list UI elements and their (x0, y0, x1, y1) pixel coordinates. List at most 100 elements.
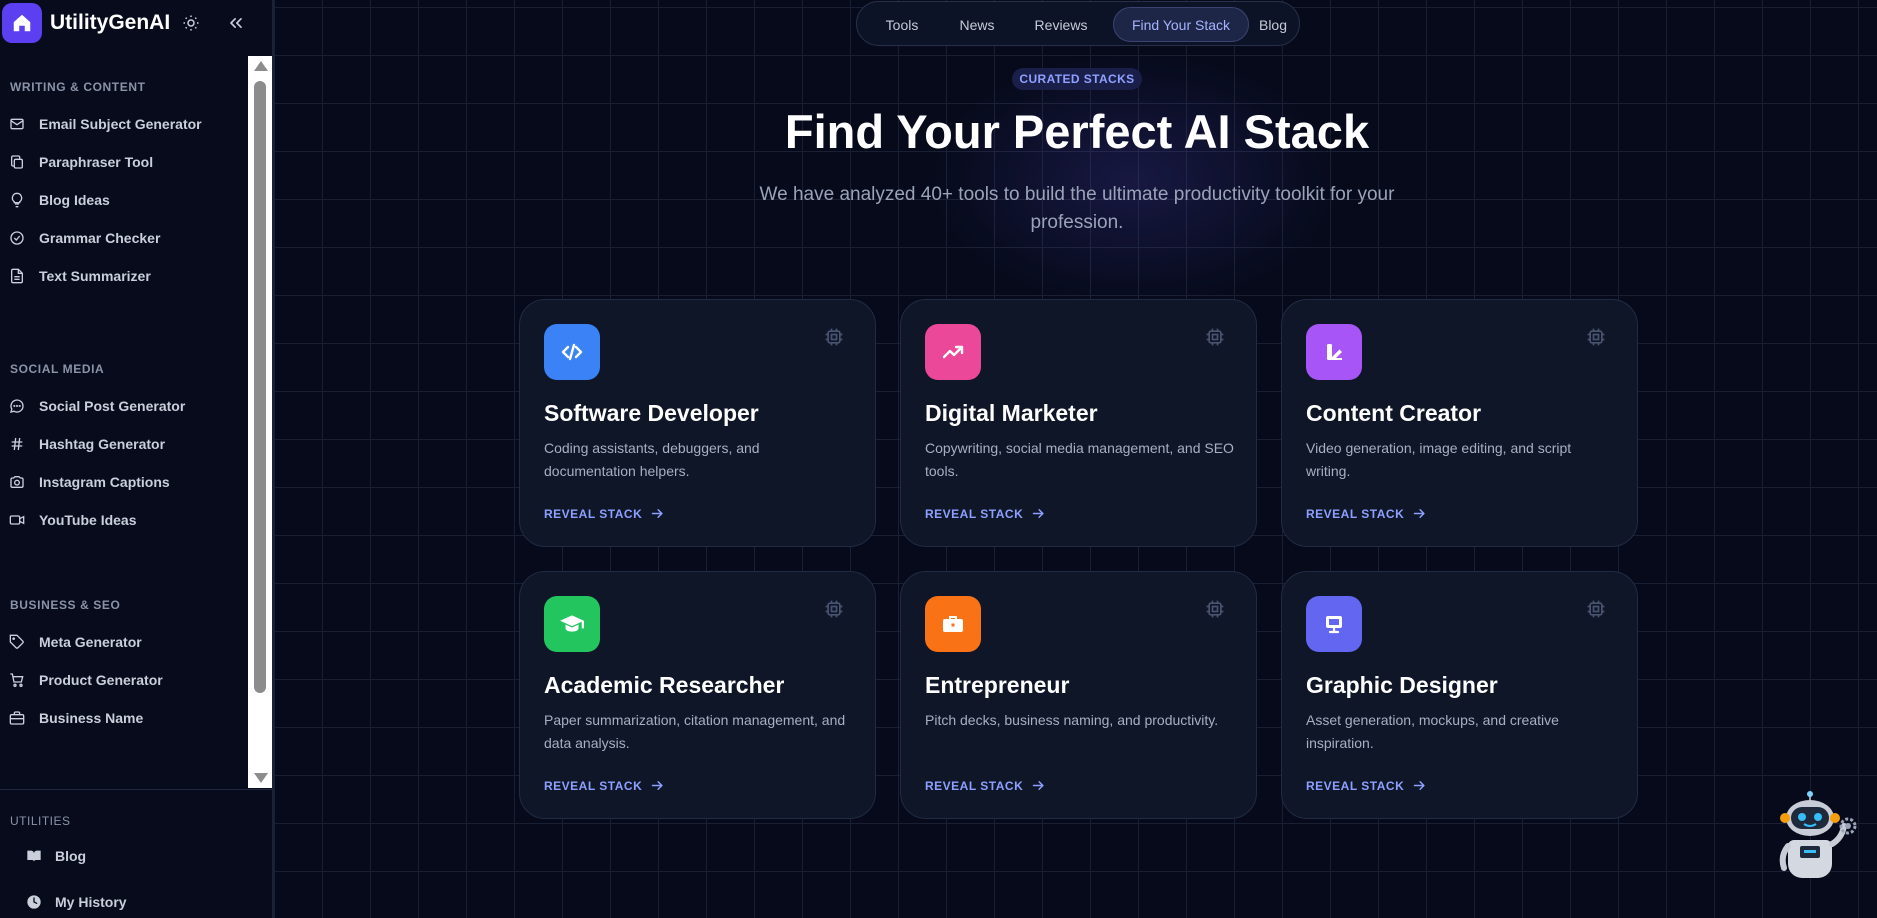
section-title-business: BUSINESS & SEO (10, 598, 121, 612)
reveal-stack-link[interactable]: REVEAL STACK (544, 506, 665, 521)
home-icon[interactable] (2, 3, 42, 43)
sidebar-item-grammar-checker[interactable]: Grammar Checker (0, 218, 244, 258)
arrow-right-icon (1032, 781, 1044, 790)
sidebar-item-label: Instagram Captions (39, 474, 170, 490)
briefcase-icon (925, 596, 981, 652)
sidebar-nav: WRITING & CONTENT Email Subject Generato… (0, 56, 248, 788)
arrow-right-icon (1413, 509, 1425, 518)
cpu-icon (1585, 326, 1607, 348)
reveal-stack-label: REVEAL STACK (925, 506, 1024, 521)
monitor-icon (1306, 596, 1362, 652)
scroll-thumb[interactable] (254, 81, 266, 693)
hash-icon (8, 435, 26, 453)
sidebar-item-my-history[interactable]: My History (0, 884, 270, 918)
page-title: Find Your Perfect AI Stack (784, 105, 1370, 158)
main-content: Tools News Reviews Find Your Stack Blog … (274, 0, 1877, 918)
sidebar-item-youtube-ideas[interactable]: YouTube Ideas (0, 500, 244, 540)
stack-card-content-creator[interactable]: Content Creator Video generation, image … (1281, 299, 1638, 547)
file-text-icon (8, 267, 26, 285)
sidebar-item-business-name[interactable]: Business Name (0, 698, 244, 738)
top-navigation: Tools News Reviews Find Your Stack Blog (856, 1, 1300, 46)
message-circle-icon (8, 397, 26, 415)
nav-link-blog[interactable]: Blog (1250, 7, 1296, 42)
sidebar-scrollbar[interactable] (248, 56, 272, 788)
sidebar-item-blog[interactable]: Blog (0, 838, 270, 874)
book-open-icon (25, 847, 43, 865)
card-description: Asset generation, mockups, and creative … (1306, 712, 1559, 751)
sidebar-item-label: Meta Generator (39, 634, 142, 650)
reveal-stack-label: REVEAL STACK (1306, 778, 1405, 793)
card-title: Software Developer (544, 400, 759, 426)
stack-card-graphic-designer[interactable]: Graphic Designer Asset generation, mocku… (1281, 571, 1638, 819)
card-title: Academic Researcher (544, 672, 785, 698)
sidebar-item-product-generator[interactable]: Product Generator (0, 660, 244, 700)
cpu-icon (1204, 598, 1226, 620)
reveal-stack-label: REVEAL STACK (544, 506, 643, 521)
lightbulb-icon (8, 191, 26, 209)
nav-link-find-your-stack[interactable]: Find Your Stack (1113, 7, 1249, 42)
section-title-utilities: UTILITIES (10, 814, 71, 828)
stack-card-academic-researcher[interactable]: Academic Researcher Paper summarization,… (519, 571, 876, 819)
reveal-stack-link[interactable]: REVEAL STACK (925, 778, 1046, 793)
sidebar: UtilityGenAI WRITING & CONTENT Email Sub… (0, 0, 274, 918)
sidebar-item-paraphraser-tool[interactable]: Paraphraser Tool (0, 142, 244, 182)
card-description: Coding assistants, debuggers, and docume… (544, 440, 760, 479)
stack-card-digital-marketer[interactable]: Digital Marketer Copywriting, social med… (900, 299, 1257, 547)
reveal-stack-link[interactable]: REVEAL STACK (925, 506, 1046, 521)
card-title: Graphic Designer (1306, 672, 1498, 698)
copy-icon (8, 153, 26, 171)
reveal-stack-label: REVEAL STACK (925, 778, 1024, 793)
arrow-right-icon (651, 509, 663, 518)
nav-link-reviews[interactable]: Reviews (1023, 7, 1099, 42)
card-description: Pitch decks, business naming, and produc… (925, 712, 1219, 728)
card-title: Entrepreneur (925, 672, 1070, 698)
trending-up-icon (925, 324, 981, 380)
sidebar-item-label: Blog Ideas (39, 192, 110, 208)
scroll-down-icon[interactable] (254, 773, 268, 783)
sidebar-item-label: Blog (55, 848, 87, 864)
sidebar-item-instagram-captions[interactable]: Instagram Captions (0, 462, 244, 502)
scroll-up-icon[interactable] (254, 61, 268, 71)
section-title-social: SOCIAL MEDIA (10, 362, 105, 376)
sidebar-item-text-summarizer[interactable]: Text Summarizer (0, 256, 244, 296)
robot-assistant-icon[interactable] (1770, 790, 1860, 890)
cpu-icon (823, 326, 845, 348)
sidebar-item-label: Hashtag Generator (39, 436, 166, 452)
nav-link-tools[interactable]: Tools (873, 7, 931, 42)
sidebar-item-meta-generator[interactable]: Meta Generator (0, 622, 244, 662)
sidebar-item-blog-ideas[interactable]: Blog Ideas (0, 180, 244, 220)
cpu-icon (1204, 326, 1226, 348)
sun-icon[interactable] (180, 12, 202, 34)
sidebar-item-label: Grammar Checker (39, 230, 161, 246)
collapse-sidebar-icon[interactable] (224, 11, 248, 35)
arrow-right-icon (1413, 781, 1425, 790)
reveal-stack-label: REVEAL STACK (1306, 506, 1405, 521)
tag-icon (8, 633, 26, 651)
card-description: Video generation, image editing, and scr… (1306, 440, 1572, 479)
sidebar-item-email-subject-generator[interactable]: Email Subject Generator (0, 104, 244, 144)
utilities-section: UTILITIES Blog My History (0, 789, 272, 918)
brand: UtilityGenAI (0, 0, 272, 46)
curated-stacks-badge: CURATED STACKS (1012, 68, 1142, 90)
cpu-icon (1585, 598, 1607, 620)
sidebar-item-label: YouTube Ideas (39, 512, 137, 528)
card-description: Paper summarization, citation management… (544, 712, 846, 751)
card-title: Content Creator (1306, 400, 1482, 426)
reveal-stack-link[interactable]: REVEAL STACK (544, 778, 665, 793)
brand-name[interactable]: UtilityGenAI (50, 11, 170, 35)
section-title-writing: WRITING & CONTENT (10, 80, 146, 94)
nav-link-news[interactable]: News (949, 7, 1005, 42)
card-title: Digital Marketer (925, 400, 1098, 426)
stack-card-entrepreneur[interactable]: Entrepreneur Pitch decks, business namin… (900, 571, 1257, 819)
reveal-stack-link[interactable]: REVEAL STACK (1306, 506, 1427, 521)
sidebar-item-hashtag-generator[interactable]: Hashtag Generator (0, 424, 244, 464)
briefcase-icon (8, 709, 26, 727)
cart-icon (8, 671, 26, 689)
sidebar-item-social-post-generator[interactable]: Social Post Generator (0, 386, 244, 426)
graduation-cap-icon (544, 596, 600, 652)
sidebar-item-label: My History (55, 894, 127, 910)
stack-card-software-developer[interactable]: Software Developer Coding assistants, de… (519, 299, 876, 547)
check-circle-icon (8, 229, 26, 247)
sidebar-item-label: Paraphraser Tool (39, 154, 154, 170)
reveal-stack-link[interactable]: REVEAL STACK (1306, 778, 1427, 793)
